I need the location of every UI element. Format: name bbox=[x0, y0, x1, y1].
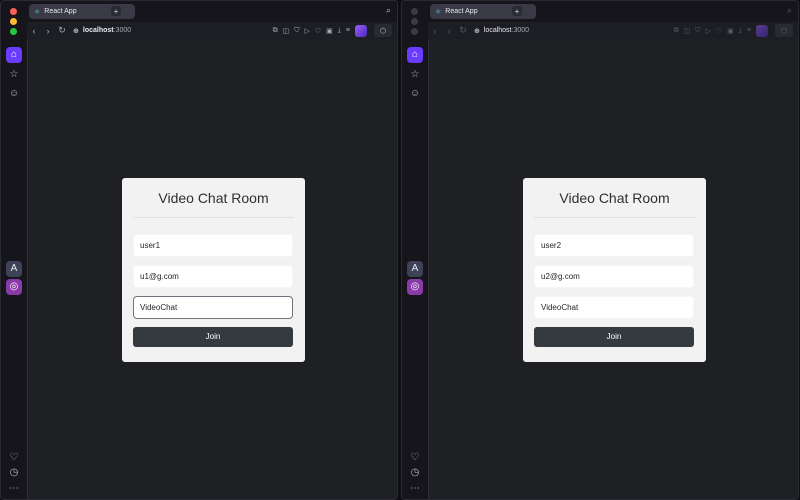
star-icon[interactable]: ☆ bbox=[6, 67, 22, 83]
tab-bar: ⚛ React App + ⌕ bbox=[27, 1, 397, 22]
camera-icon[interactable]: ◫ bbox=[283, 27, 290, 35]
play-icon[interactable]: ▷ bbox=[305, 27, 310, 35]
sidebar: ⌂ ☆ ☺ A ◎ ♡ ◷ ⋯ bbox=[402, 1, 428, 499]
profile-avatar[interactable] bbox=[355, 24, 367, 37]
back-icon[interactable]: ‹ bbox=[27, 26, 41, 36]
new-tab-button[interactable]: + bbox=[512, 6, 522, 16]
url-port: :3000 bbox=[511, 27, 530, 34]
menu-icon[interactable]: ≡ bbox=[747, 27, 751, 34]
tab-bar: ⚛ React App + ⌕ bbox=[428, 1, 798, 22]
home-icon[interactable]: ⌂ bbox=[407, 47, 423, 63]
more-icon[interactable]: ⋯ bbox=[407, 481, 423, 497]
toolbar: ‹ › ↻ ⊕ localhost:3000 ⧉ ◫ ⛉ ▷ ♡ ▣ ⤓ ≡ ⬡ bbox=[428, 22, 798, 39]
browser-window-right: ⌂ ☆ ☺ A ◎ ♡ ◷ ⋯ ⚛ React App + ⌕ ‹ › ↻ ⊕ … bbox=[401, 0, 799, 500]
page-viewport: Video Chat Room user2 u2@g.com VideoChat… bbox=[428, 39, 798, 499]
extension-icon[interactable]: ⬡ bbox=[374, 24, 392, 37]
close-window-button[interactable] bbox=[411, 8, 418, 15]
menu-icon[interactable]: ≡ bbox=[346, 27, 350, 34]
address-bar[interactable]: ⊕ localhost:3000 bbox=[73, 27, 131, 35]
toolbar: ‹ › ↻ ⊕ localhost:3000 ⧉ ◫ ⛉ ▷ ♡ ▣ ⤓ ≡ ⬡ bbox=[27, 22, 397, 39]
extension-icon[interactable]: ⬡ bbox=[775, 24, 793, 37]
join-form-card: Video Chat Room user1 u1@g.com VideoChat… bbox=[122, 178, 305, 362]
history-icon[interactable]: ◷ bbox=[6, 465, 22, 481]
home-icon[interactable]: ⌂ bbox=[6, 47, 22, 63]
tab-title: React App bbox=[445, 8, 478, 15]
forward-icon[interactable]: › bbox=[442, 26, 456, 36]
zoom-window-button[interactable] bbox=[411, 28, 418, 35]
url-host: localhost bbox=[483, 27, 512, 34]
search-icon[interactable]: ⌕ bbox=[386, 5, 391, 16]
heart-icon[interactable]: ♡ bbox=[407, 450, 423, 466]
browser-window-left: ⌂ ☆ ☺ A ◎ ♡ ◷ ⋯ ⚛ React App + ⌕ ‹ › ↻ ⊕ … bbox=[0, 0, 398, 500]
page-viewport: Video Chat Room user1 u1@g.com VideoChat… bbox=[27, 39, 397, 499]
divider bbox=[534, 217, 695, 218]
app-icon[interactable]: A bbox=[6, 261, 22, 277]
react-icon: ⚛ bbox=[34, 8, 41, 16]
room-field[interactable]: VideoChat bbox=[534, 296, 694, 319]
url-port: :3000 bbox=[113, 27, 132, 34]
zoom-window-button[interactable] bbox=[10, 28, 17, 35]
toolbar-actions: ⧉ ◫ ⛉ ▷ ♡ ▣ ⤓ ≡ bbox=[273, 22, 367, 39]
download-icon[interactable]: ⤓ bbox=[739, 27, 742, 35]
shield-icon[interactable]: ⛉ bbox=[695, 27, 700, 35]
play-icon[interactable]: ▷ bbox=[706, 27, 711, 35]
star-icon[interactable]: ☆ bbox=[407, 67, 423, 83]
wallet-icon[interactable]: ▣ bbox=[326, 27, 333, 35]
app-icon[interactable]: A bbox=[407, 261, 423, 277]
screenshot-icon[interactable]: ⧉ bbox=[674, 27, 679, 35]
room-field[interactable]: VideoChat bbox=[133, 296, 293, 319]
email-field[interactable]: u1@g.com bbox=[133, 265, 293, 288]
wallet-icon[interactable]: ▣ bbox=[727, 27, 734, 35]
join-form-card: Video Chat Room user2 u2@g.com VideoChat… bbox=[523, 178, 706, 362]
sidebar: ⌂ ☆ ☺ A ◎ ♡ ◷ ⋯ bbox=[1, 1, 27, 499]
heart-icon[interactable]: ♡ bbox=[315, 27, 321, 35]
minimize-window-button[interactable] bbox=[10, 18, 17, 25]
heart-icon[interactable]: ♡ bbox=[716, 27, 722, 35]
reload-icon[interactable]: ↻ bbox=[456, 25, 470, 36]
camera-icon[interactable]: ◫ bbox=[684, 27, 691, 35]
username-field[interactable]: user2 bbox=[534, 234, 694, 257]
profile-avatar[interactable] bbox=[756, 24, 768, 37]
desktop: ⌂ ☆ ☺ A ◎ ♡ ◷ ⋯ ⚛ React App + ⌕ ‹ › ↻ ⊕ … bbox=[0, 0, 800, 500]
emoji-icon[interactable]: ☺ bbox=[407, 86, 423, 102]
tab-title: React App bbox=[44, 8, 77, 15]
url-host: localhost bbox=[82, 27, 114, 34]
instagram-icon[interactable]: ◎ bbox=[407, 279, 423, 295]
search-icon[interactable]: ⌕ bbox=[787, 5, 792, 16]
email-field[interactable]: u2@g.com bbox=[534, 265, 694, 288]
globe-icon: ⊕ bbox=[73, 27, 79, 35]
shield-icon[interactable]: ⛉ bbox=[294, 27, 299, 35]
back-icon[interactable]: ‹ bbox=[428, 26, 442, 36]
more-icon[interactable]: ⋯ bbox=[6, 481, 22, 497]
screenshot-icon[interactable]: ⧉ bbox=[273, 27, 278, 35]
download-icon[interactable]: ⤓ bbox=[338, 27, 341, 35]
history-icon[interactable]: ◷ bbox=[407, 465, 423, 481]
globe-icon: ⊕ bbox=[474, 27, 480, 35]
minimize-window-button[interactable] bbox=[411, 18, 418, 25]
join-button[interactable]: Join bbox=[133, 327, 293, 347]
react-icon: ⚛ bbox=[435, 8, 442, 16]
emoji-icon[interactable]: ☺ bbox=[6, 86, 22, 102]
new-tab-button[interactable]: + bbox=[111, 6, 121, 16]
join-button[interactable]: Join bbox=[534, 327, 694, 347]
username-field[interactable]: user1 bbox=[133, 234, 293, 257]
close-window-button[interactable] bbox=[10, 8, 17, 15]
address-bar[interactable]: ⊕ localhost:3000 bbox=[474, 27, 529, 35]
heart-icon[interactable]: ♡ bbox=[6, 450, 22, 466]
instagram-icon[interactable]: ◎ bbox=[6, 279, 22, 295]
toolbar-actions: ⧉ ◫ ⛉ ▷ ♡ ▣ ⤓ ≡ bbox=[674, 22, 768, 39]
reload-icon[interactable]: ↻ bbox=[55, 25, 69, 36]
page-title: Video Chat Room bbox=[158, 190, 269, 206]
page-title: Video Chat Room bbox=[559, 190, 670, 206]
divider bbox=[133, 217, 294, 218]
forward-icon[interactable]: › bbox=[41, 26, 55, 36]
